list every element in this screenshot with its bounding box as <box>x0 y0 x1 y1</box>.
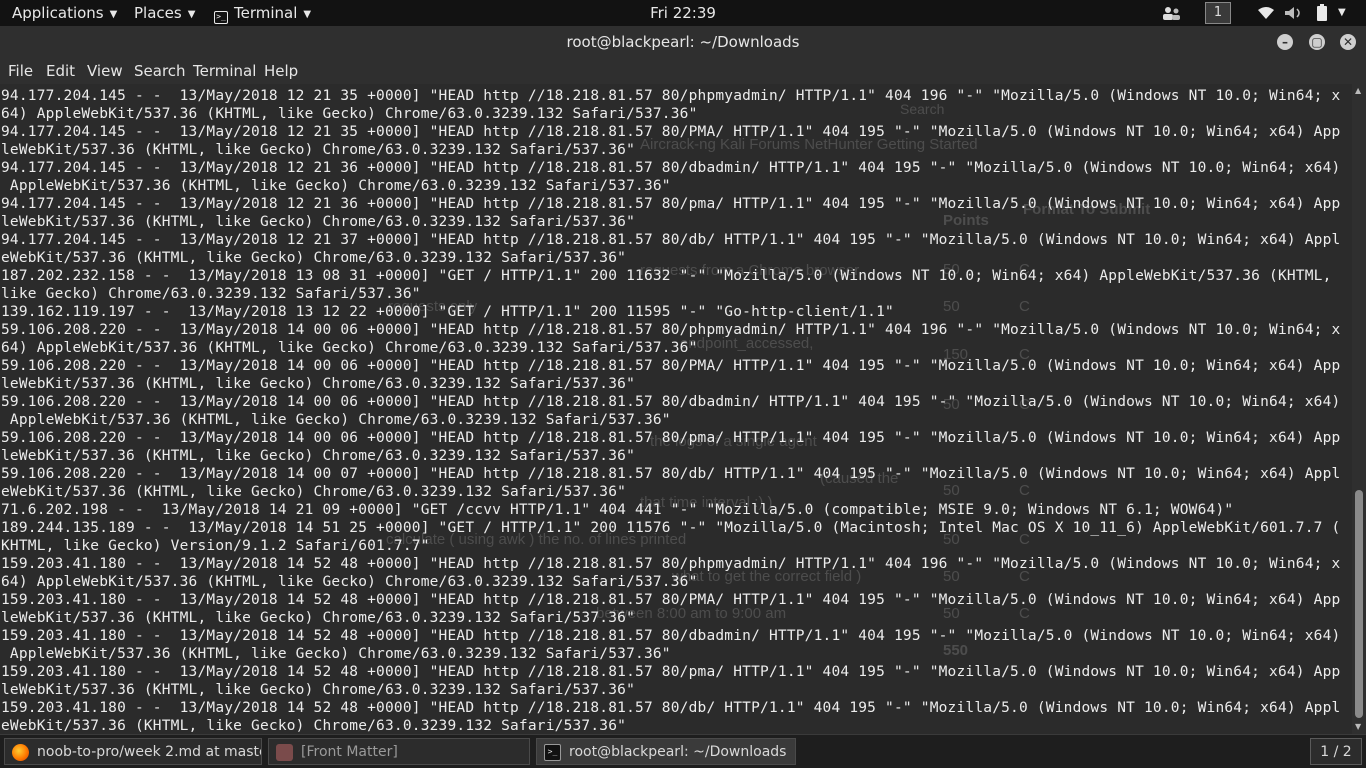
clock[interactable]: Fri 22:39 <box>650 4 716 22</box>
terminal-icon: >_ <box>544 744 561 761</box>
caret-down-icon: ▼ <box>109 9 118 20</box>
terminal-line: 139.162.119.197 - - 13/May/2018 13 12 22… <box>1 304 894 320</box>
terminal-line: eWebKit/537.36 (KHTML, like Gecko) Chrom… <box>1 484 627 500</box>
document-viewer-icon <box>276 744 293 761</box>
terminal-line: 59.106.208.220 - - 13/May/2018 14 00 07 … <box>1 466 1341 482</box>
menu-search[interactable]: Search <box>134 58 186 84</box>
taskbar-item-front-matter[interactable]: [Front Matter] <box>268 738 530 765</box>
workspace-pager[interactable]: 1 / 2 <box>1310 738 1362 765</box>
places-label: Places <box>134 4 182 22</box>
terminal-line: 64) AppleWebKit/537.36 (KHTML, like Geck… <box>1 106 698 122</box>
terminal-line: like Gecko) Chrome/63.0.3239.132 Safari/… <box>1 286 421 302</box>
scrollbar-thumb[interactable] <box>1355 490 1363 718</box>
terminal-line: 71.6.202.198 - - 13/May/2018 14 21 09 +0… <box>1 502 1234 518</box>
taskbar-item-label: [Front Matter] <box>301 744 398 760</box>
wifi-icon[interactable] <box>1257 6 1275 20</box>
terminal-line: 187.202.232.158 - - 13/May/2018 13 08 31… <box>1 268 1332 284</box>
terminal-icon: >_ <box>214 11 228 24</box>
caret-down-icon: ▼ <box>303 9 312 20</box>
applications-menu[interactable]: Applications ▼ <box>12 0 117 26</box>
terminal-line: AppleWebKit/537.36 (KHTML, like Gecko) C… <box>1 412 671 428</box>
terminal-line: leWebKit/537.36 (KHTML, like Gecko) Chro… <box>1 142 636 158</box>
terminal-area[interactable]: Search Aircrack-ng Kali Forums NetHunter… <box>0 84 1352 734</box>
places-menu[interactable]: Places ▼ <box>134 0 195 26</box>
terminal-line: 94.177.204.145 - - 13/May/2018 12 21 35 … <box>1 88 1341 104</box>
terminal-scrollbar[interactable]: ▲ ▼ <box>1352 84 1366 734</box>
minimize-button[interactable]: – <box>1277 34 1293 50</box>
terminal-line: AppleWebKit/537.36 (KHTML, like Gecko) C… <box>1 178 671 194</box>
window-title: root@blackpearl: ~/Downloads <box>566 33 800 51</box>
terminal-line: leWebKit/537.36 (KHTML, like Gecko) Chro… <box>1 376 636 392</box>
menu-help[interactable]: Help <box>264 58 298 84</box>
firefox-icon <box>12 744 29 761</box>
terminal-line: 159.203.41.180 - - 13/May/2018 14 52 48 … <box>1 664 1341 680</box>
taskbar-item-label: root@blackpearl: ~/Downloads <box>569 744 787 760</box>
terminal-line: 59.106.208.220 - - 13/May/2018 14 00 06 … <box>1 394 1341 410</box>
terminal-line: 94.177.204.145 - - 13/May/2018 12 21 36 … <box>1 196 1341 212</box>
maximize-button[interactable]: ▢ <box>1309 34 1325 50</box>
menu-edit[interactable]: Edit <box>46 58 75 84</box>
menu-file[interactable]: File <box>8 58 33 84</box>
taskbar: noob-to-pro/week 2.md at master... [Fron… <box>0 734 1366 768</box>
menu-bar: File Edit View Search Terminal Help <box>0 58 1366 84</box>
scroll-down-arrow-icon[interactable]: ▼ <box>1355 722 1361 731</box>
terminal-line: leWebKit/537.36 (KHTML, like Gecko) Chro… <box>1 610 636 626</box>
terminal-line: 64) AppleWebKit/537.36 (KHTML, like Geck… <box>1 574 698 590</box>
terminal-line: AppleWebKit/537.36 (KHTML, like Gecko) C… <box>1 646 671 662</box>
close-button[interactable]: ✕ <box>1340 34 1356 50</box>
terminal-app-menu[interactable]: >_ Terminal ▼ <box>214 0 311 26</box>
tray-caret-down-icon[interactable]: ▼ <box>1338 0 1346 26</box>
terminal-line: 94.177.204.145 - - 13/May/2018 12 21 36 … <box>1 160 1341 176</box>
terminal-line: eWebKit/537.36 (KHTML, like Gecko) Chrom… <box>1 718 627 734</box>
terminal-line: 189.244.135.189 - - 13/May/2018 14 51 25… <box>1 520 1341 536</box>
volume-icon[interactable] <box>1284 6 1304 20</box>
terminal-line: leWebKit/537.36 (KHTML, like Gecko) Chro… <box>1 448 636 464</box>
terminal-line: 159.203.41.180 - - 13/May/2018 14 52 48 … <box>1 628 1341 644</box>
terminal-line: leWebKit/537.36 (KHTML, like Gecko) Chro… <box>1 682 636 698</box>
window-titlebar[interactable]: root@blackpearl: ~/Downloads – ▢ ✕ <box>0 26 1366 58</box>
caret-down-icon: ▼ <box>187 9 196 20</box>
battery-icon[interactable] <box>1316 4 1328 22</box>
terminal-line: KHTML, like Gecko) Version/9.1.2 Safari/… <box>1 538 430 554</box>
terminal-line: 59.106.208.220 - - 13/May/2018 14 00 06 … <box>1 430 1341 446</box>
terminal-line: leWebKit/537.36 (KHTML, like Gecko) Chro… <box>1 214 636 230</box>
terminal-app-label: Terminal <box>234 4 298 22</box>
menu-terminal[interactable]: Terminal <box>193 58 256 84</box>
terminal-line: 159.203.41.180 - - 13/May/2018 14 52 48 … <box>1 592 1341 608</box>
taskbar-item-terminal[interactable]: >_ root@blackpearl: ~/Downloads <box>536 738 796 765</box>
terminal-line: 94.177.204.145 - - 13/May/2018 12 21 35 … <box>1 124 1341 140</box>
terminal-line: 159.203.41.180 - - 13/May/2018 14 52 48 … <box>1 700 1341 716</box>
top-panel: Applications ▼ Places ▼ >_ Terminal ▼ Fri 22… <box>0 0 1366 26</box>
terminal-output: 94.177.204.145 - - 13/May/2018 12 21 35 … <box>1 87 1340 734</box>
applications-label: Applications <box>12 4 104 22</box>
menu-view[interactable]: View <box>87 58 123 84</box>
terminal-line: 59.106.208.220 - - 13/May/2018 14 00 06 … <box>1 358 1341 374</box>
terminal-line: 64) AppleWebKit/537.36 (KHTML, like Geck… <box>1 340 698 356</box>
terminal-line: eWebKit/537.36 (KHTML, like Gecko) Chrom… <box>1 250 627 266</box>
users-icon[interactable] <box>1162 5 1182 21</box>
scroll-up-arrow-icon[interactable]: ▲ <box>1355 86 1361 95</box>
terminal-line: 159.203.41.180 - - 13/May/2018 14 52 48 … <box>1 556 1341 572</box>
taskbar-item-browser[interactable]: noob-to-pro/week 2.md at master... <box>4 738 262 765</box>
terminal-line: 59.106.208.220 - - 13/May/2018 14 00 06 … <box>1 322 1341 338</box>
terminal-line: 94.177.204.145 - - 13/May/2018 12 21 37 … <box>1 232 1341 248</box>
workspace-indicator[interactable]: 1 <box>1205 2 1231 24</box>
taskbar-item-label: noob-to-pro/week 2.md at master... <box>37 744 262 760</box>
